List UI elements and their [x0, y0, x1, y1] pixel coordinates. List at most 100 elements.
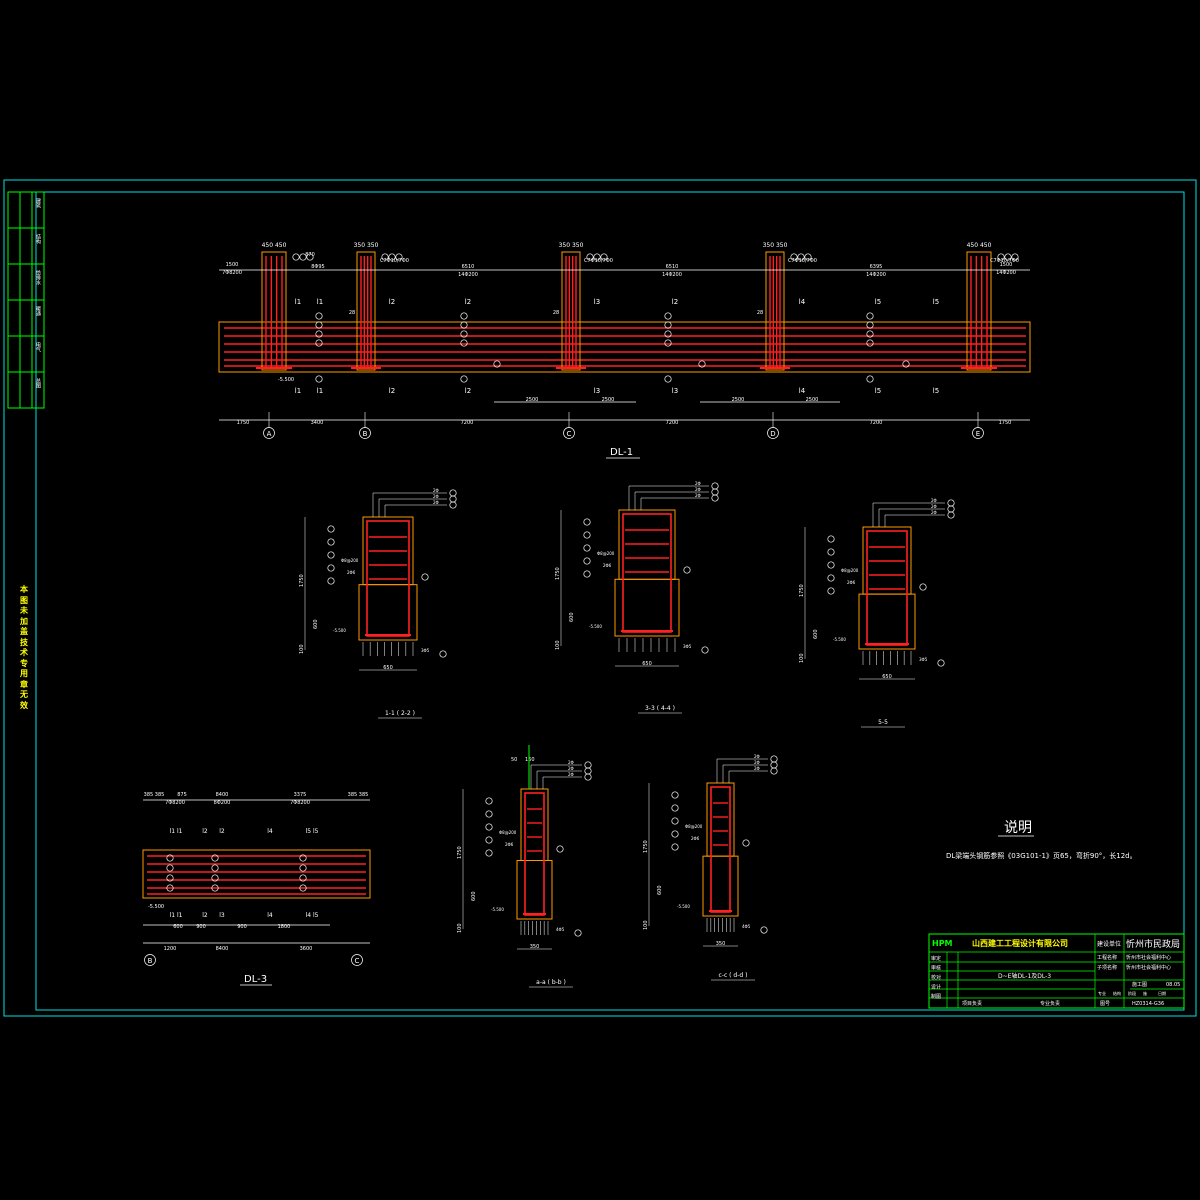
- dl3-bottom-dim: 3600: [300, 946, 313, 952]
- dl1-top-dim: 14Φ200: [662, 272, 682, 278]
- axis-label: B: [363, 430, 368, 438]
- dl3-inner-dim: 900: [237, 924, 247, 930]
- section-rebar-label: Φ8@200: [499, 830, 517, 835]
- axis-A: A: [263, 412, 275, 439]
- dl1-span-mark-top: l2: [672, 298, 678, 306]
- dl3-rebar-bubble: [299, 864, 307, 872]
- axis-label: A: [267, 430, 272, 438]
- dl1-rebar-bubble: [315, 312, 323, 320]
- title-company: 山西建工工程设计有限公司: [972, 938, 1068, 948]
- dl1-top-dim: 6395: [870, 264, 883, 270]
- dl1-span-mark-bottom: l3: [594, 387, 600, 395]
- dl1-span-mark-top: l2: [389, 298, 395, 306]
- section-callout-bubble: [947, 499, 955, 507]
- section-callout-bubble: [711, 488, 719, 496]
- title-client: 忻州市民政局: [1126, 938, 1180, 950]
- dl3-title: DL-3: [244, 974, 267, 985]
- section-title: a-a ( b-b ): [536, 979, 566, 986]
- section-s1: 2Φ2Φ2ΦΦ8@2002Φ63Φ51750600100-5.5006501-1…: [299, 488, 457, 719]
- axis-D: D: [767, 412, 779, 439]
- dl1-inner-dim: 2500: [526, 397, 539, 403]
- dl1-stirrup-note: C7Φ10/7Φ0: [380, 258, 409, 264]
- dl1-span-mark-bottom: l4: [799, 387, 806, 395]
- dl3-bottom-dim: 8400: [216, 946, 229, 952]
- dl3-top-sub: 7Φ8200: [290, 800, 310, 806]
- dl1-rebar-bubble: [664, 312, 672, 320]
- section-callout-bubble: [711, 494, 719, 502]
- section-callout-text: 2Φ: [931, 510, 937, 515]
- title-row-label: 审核: [931, 965, 941, 972]
- dl1-bottom-dim: 1750: [237, 420, 250, 426]
- dl1-rebar-bubble: [866, 312, 874, 320]
- title-row-label: 制图: [931, 993, 941, 1000]
- title-bottom-left: 项目负责: [962, 1000, 982, 1007]
- dl1-column-dim: 450 450: [967, 242, 992, 249]
- dl1-rebar-bubble: [315, 339, 323, 347]
- title-block: HPM 山西建工工程设计有限公司 建设单位 忻州市民政局 工程名称 忻州市社会福…: [928, 933, 1185, 1009]
- section-left-bubble: [827, 548, 835, 556]
- section-callout-text: 2Φ: [754, 754, 760, 759]
- dl1-span-mark-top: l1: [295, 298, 301, 306]
- dl1-rebar-bubble: [866, 339, 874, 347]
- side-cell-label: 给排水: [35, 270, 41, 285]
- section-left-bubble: [327, 551, 335, 559]
- section-left-bubble: [583, 544, 591, 552]
- section-callout-text: 2Φ: [568, 766, 574, 771]
- section-bottom-note: 4Φ5: [742, 924, 751, 929]
- section-lower-dim: 600: [313, 619, 319, 629]
- title-subproject-label: 子项名称: [1097, 964, 1117, 971]
- section-bottom-bubble: [701, 646, 709, 654]
- section-callout-bubble: [947, 511, 955, 519]
- section-left-bubble: [827, 574, 835, 582]
- dl1-rebar-bubble: [664, 339, 672, 347]
- dl1-bottom-dim: 1750: [999, 420, 1012, 426]
- dl3-inner-dim: 600: [173, 924, 183, 930]
- dl1-rebar-bubble: [315, 321, 323, 329]
- section-right-bubble: [683, 566, 691, 574]
- section-top-note: 50: [511, 757, 517, 763]
- section-callout-text: 2Φ: [931, 498, 937, 503]
- section-title: 3-3 ( 4-4 ): [645, 705, 675, 712]
- section-right-bubble: [556, 845, 564, 853]
- section-sa: 2Φ2Φ2ΦΦ8@2002Φ64Φ51750600100-5.500350a-a…: [457, 745, 592, 988]
- dl1-column: 450 450: [256, 242, 314, 371]
- dl1-rebar-bubble: [866, 321, 874, 329]
- dl3-mark-top: l2: [219, 828, 225, 835]
- title-drawing-name: D~E轴DL-1及DL-3: [998, 972, 1051, 980]
- dl1-top-dim: 1500: [226, 262, 239, 268]
- section-left-bubble: [485, 810, 493, 818]
- section-callout-text: 2Φ: [695, 493, 701, 498]
- dl3-top-dim: 875: [177, 792, 187, 798]
- title-drawing-no: HZ0314-G36: [1132, 1001, 1164, 1007]
- section-height-dim: 1750: [555, 567, 561, 580]
- section-bottom-note: 4Φ5: [556, 927, 565, 932]
- dl1-span-mark-top: l5: [933, 298, 939, 306]
- dl1-top-dim: 6510: [666, 264, 679, 270]
- title-row-label: 校对: [931, 974, 941, 981]
- section-lower-dim: 600: [813, 629, 819, 639]
- dl1-span-mark-bottom: l3: [672, 387, 678, 395]
- dl1-span-mark-top: l4: [799, 298, 806, 306]
- section-callout-text: 2Φ: [568, 760, 574, 765]
- dl1-title: DL-1: [610, 447, 633, 458]
- section-bottom-note: 3Φ5: [421, 648, 430, 653]
- title-bottom-mid: 专业负责: [1040, 1000, 1060, 1007]
- section-height-dim: 1750: [799, 584, 805, 597]
- dl1-span-mark-bottom: l1: [295, 387, 301, 395]
- title-row-label: 审定: [931, 955, 941, 962]
- dl1-inner-dim: 2500: [732, 397, 745, 403]
- section-callout-bubble: [770, 767, 778, 775]
- side-cell-label: 结构: [35, 234, 41, 244]
- section-base-dim: 100: [457, 923, 463, 933]
- section-left-bubble: [485, 836, 493, 844]
- dl3-rebar-bubble: [211, 864, 219, 872]
- section-left-bubble: [827, 587, 835, 595]
- section-bottom-bubble: [760, 926, 768, 934]
- dl1-bottom-dim: 7200: [870, 420, 883, 426]
- dl1-rebar-bubble: [664, 321, 672, 329]
- section-callout-bubble: [449, 501, 457, 509]
- dl1-stirrup-note: C7Φ10/7Φ0: [584, 258, 613, 264]
- dl1-elevation: 450 450 350 350 350 350 350 350 450 450 A B C D…: [218, 242, 1031, 459]
- dl1-elevation: -5.500: [278, 377, 294, 383]
- section-height-dim: 1750: [457, 846, 463, 859]
